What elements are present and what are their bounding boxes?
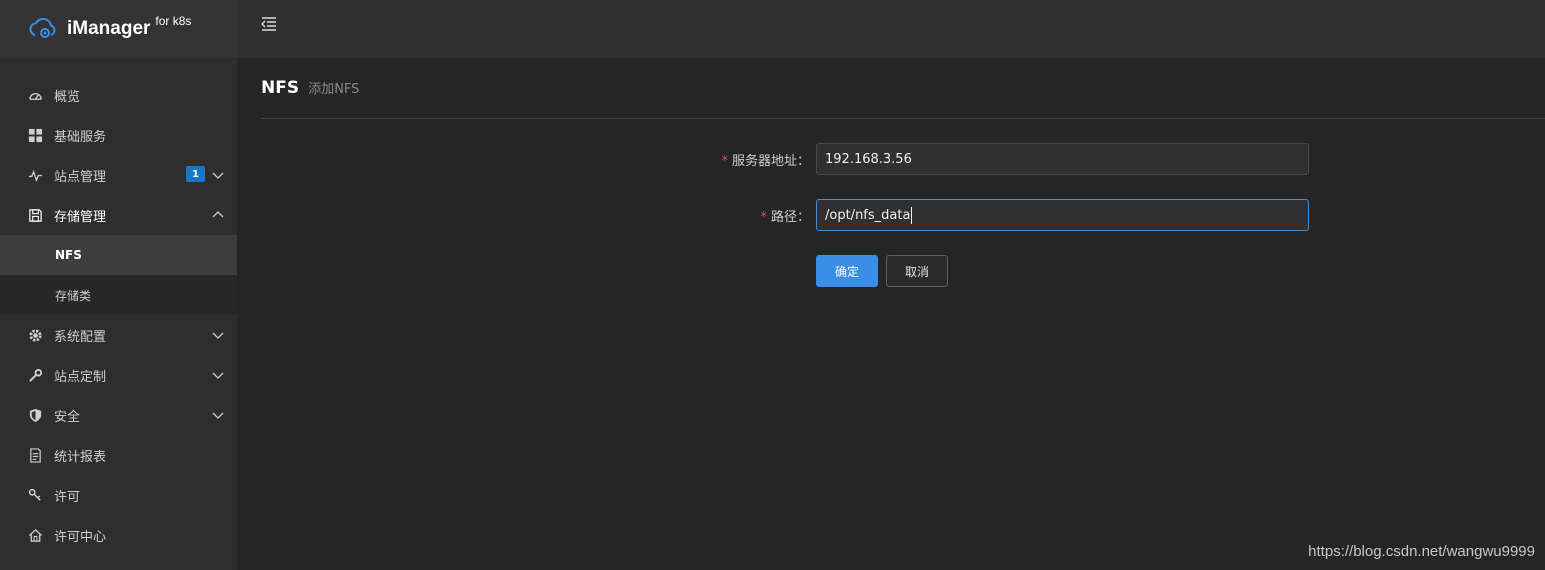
sidebar-item-license-center[interactable]: 许可中心 [0, 515, 237, 555]
chevron-up-icon[interactable] [211, 208, 225, 222]
top-bar [237, 0, 1545, 58]
confirm-button[interactable]: 确定 [816, 255, 878, 287]
label-text: 路径： [770, 209, 810, 225]
sidebar: iManager for k8s 概览 基础服务 站点管理 1 存储管理 NFS… [0, 0, 237, 570]
menu-collapse-icon[interactable] [261, 16, 277, 32]
path-label: * 路径： [760, 206, 810, 225]
gear-icon [27, 327, 43, 343]
dashboard-icon [27, 87, 43, 103]
label-text: 服务器地址： [731, 153, 810, 169]
count-badge: 1 [186, 166, 205, 182]
wrench-icon [27, 367, 43, 383]
page-subtitle: 添加NFS [308, 82, 360, 97]
sidebar-item-system-config[interactable]: 系统配置 [0, 315, 237, 355]
sidebar-menu: 概览 基础服务 站点管理 1 存储管理 NFS 存储类 系统配置 站点定制 安全… [0, 75, 237, 555]
cancel-button[interactable]: 取消 [886, 255, 948, 287]
app: iManager for k8s 概览 基础服务 站点管理 1 存储管理 NFS… [0, 0, 1545, 570]
server-address-row: * 服务器地址： 192.168.3.56 [237, 143, 1337, 175]
sidebar-item-label: 许可中心 [54, 529, 107, 545]
sidebar-item-basic-services[interactable]: 基础服务 [0, 115, 237, 155]
server-address-input[interactable]: 192.168.3.56 [816, 143, 1309, 175]
sidebar-item-label: 站点定制 [54, 369, 107, 385]
sidebar-item-label: 统计报表 [54, 449, 107, 465]
sidebar-item-label: 许可 [54, 489, 81, 505]
brand-suffix: for k8s [155, 14, 192, 28]
sidebar-item-storage-management[interactable]: 存储管理 [0, 195, 237, 235]
sidebar-item-license[interactable]: 许可 [0, 475, 237, 515]
chevron-down-icon[interactable] [211, 328, 225, 342]
sidebar-item-label: 系统配置 [54, 329, 107, 345]
sidebar-item-label: 存储管理 [54, 209, 107, 225]
input-value: 192.168.3.56 [825, 151, 912, 167]
cloud-gear-logo-icon [27, 14, 57, 44]
sidebar-item-label: 基础服务 [54, 129, 107, 145]
sidebar-subitem-nfs[interactable]: NFS [0, 235, 237, 275]
page-header: NFS 添加NFS [261, 78, 1545, 119]
input-value: /opt/nfs_data [825, 207, 911, 223]
main-content: NFS 添加NFS * 服务器地址： 192.168.3.56 * 路径： /opt… [237, 58, 1545, 570]
brand[interactable]: iManager for k8s [0, 0, 237, 58]
sidebar-item-site-management[interactable]: 站点管理 1 [0, 155, 237, 195]
grid-icon [27, 127, 43, 143]
required-asterisk: * [721, 153, 728, 169]
key-icon [27, 487, 43, 503]
sidebar-item-statistics-report[interactable]: 统计报表 [0, 435, 237, 475]
chevron-down-icon[interactable] [211, 168, 225, 182]
brand-name: iManager [67, 18, 151, 39]
form-actions: 确定 取消 [237, 255, 1337, 287]
required-asterisk: * [760, 209, 767, 225]
sidebar-item-label: 概览 [54, 89, 81, 105]
path-row: * 路径： /opt/nfs_data [237, 199, 1337, 231]
sidebar-item-security[interactable]: 安全 [0, 395, 237, 435]
sidebar-item-overview[interactable]: 概览 [0, 75, 237, 115]
sidebar-item-label: 站点管理 [54, 169, 107, 185]
sidebar-item-label: 安全 [54, 409, 81, 425]
home-icon [27, 527, 43, 543]
watermark: https://blog.csdn.net/wangwu9999 [1308, 543, 1535, 560]
chevron-down-icon[interactable] [211, 408, 225, 422]
sidebar-item-site-customization[interactable]: 站点定制 [0, 355, 237, 395]
server-address-label: * 服务器地址： [721, 150, 810, 169]
text-caret [911, 206, 913, 224]
shield-icon [27, 407, 43, 423]
pulse-icon [27, 167, 43, 183]
save-disk-icon [27, 207, 43, 223]
page-title: NFS [261, 78, 300, 98]
path-input[interactable]: /opt/nfs_data [816, 199, 1309, 231]
sidebar-subitem-storage-class[interactable]: 存储类 [0, 275, 237, 315]
chevron-down-icon[interactable] [211, 368, 225, 382]
report-icon [27, 447, 43, 463]
